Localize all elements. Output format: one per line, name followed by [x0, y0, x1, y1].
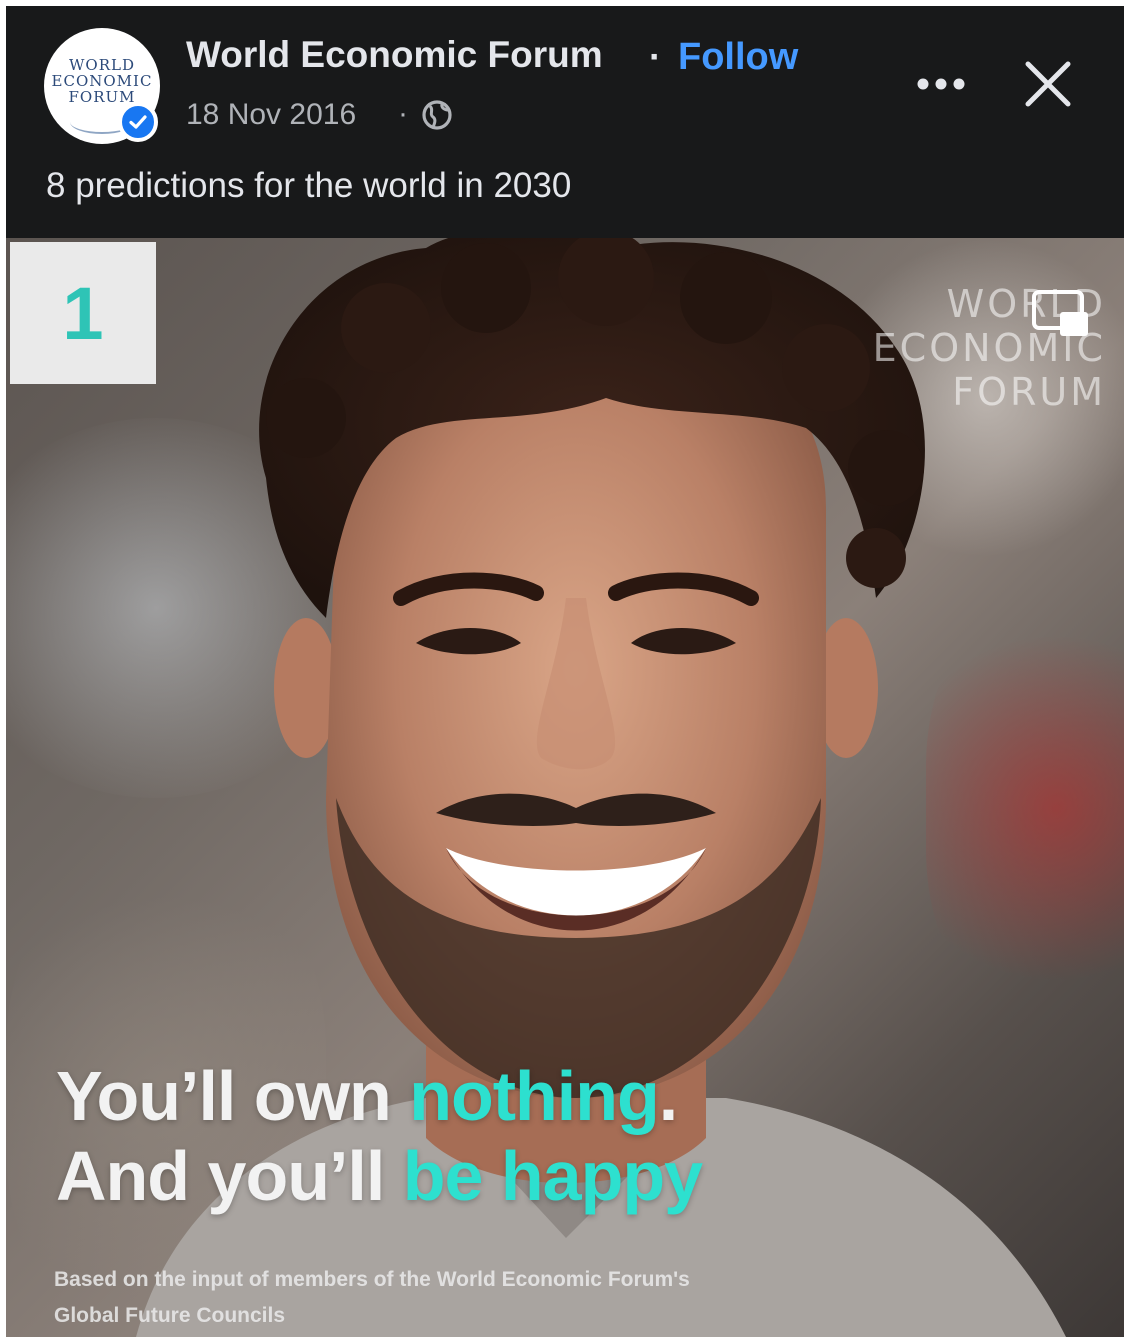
follow-button[interactable]: Follow [678, 36, 798, 79]
headline-accent: be happy [402, 1137, 703, 1215]
watermark-text: FORUM [952, 370, 1106, 414]
post-header: WORLD ECONOMIC FORUM World Economic Foru… [6, 6, 1124, 238]
post-caption: 8 predictions for the world in 2030 [46, 166, 572, 205]
headline-line-2: And you’ll be happy [56, 1136, 703, 1216]
post-viewer: WORLD ECONOMIC FORUM World Economic Foru… [6, 6, 1124, 1337]
headline-text: . [658, 1057, 678, 1135]
headline-text: And you’ll [56, 1137, 403, 1215]
close-icon[interactable] [1018, 54, 1078, 114]
source-footnote: Based on the input of members of the Wor… [54, 1262, 690, 1334]
headline: You’ll own nothing. And you’ll be happy [56, 1056, 703, 1216]
globe-icon [420, 98, 454, 132]
footnote-line: Based on the input of members of the Wor… [54, 1268, 690, 1291]
footnote-line: Global Future Councils [54, 1304, 286, 1327]
verified-badge-icon [118, 102, 158, 142]
separator-dot: · [649, 36, 662, 77]
post-image[interactable]: 1 WORLD ECONOMIC FORUM You’ll own nothin… [6, 238, 1124, 1337]
avatar-logo-text: WORLD [69, 56, 135, 74]
headline-accent: nothing [409, 1057, 660, 1135]
headline-text: You’ll own [56, 1057, 410, 1135]
more-options-icon[interactable] [911, 64, 971, 104]
separator-dot: · [398, 97, 408, 130]
headline-line-1: You’ll own nothing. [56, 1056, 702, 1136]
slide-number: 1 [62, 271, 104, 355]
picture-in-picture-icon[interactable] [1030, 288, 1092, 342]
slide-number-box: 1 [10, 242, 156, 384]
page-name-link[interactable]: World Economic Forum [186, 34, 603, 76]
post-date-link[interactable]: 18 Nov 2016 [186, 98, 356, 132]
avatar-logo-text: ECONOMIC [51, 72, 153, 90]
